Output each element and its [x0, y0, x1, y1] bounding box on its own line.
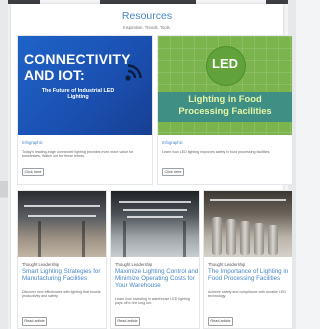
article-title[interactable]: The Importance of Lighting in Food Proce… [208, 268, 290, 282]
featured-card-connectivity[interactable]: CONNECTIVITY AND IOT: The Future of Indu… [17, 35, 153, 185]
wifi-signal-icon [125, 64, 142, 81]
connectivity-infographic-image[interactable]: CONNECTIVITY AND IOT: The Future of Indu… [18, 36, 152, 135]
article-category-label: Thought Leadership [22, 262, 60, 267]
food-processing-photo[interactable] [204, 191, 292, 257]
image-subheadline: The Future of Industrial LED Lighting [41, 88, 115, 101]
led-infographic-image[interactable]: LED Lighting in Food Processing Faciliti… [158, 36, 292, 135]
read-article-button[interactable]: Read article [22, 317, 47, 326]
read-article-button[interactable]: Read article [115, 317, 140, 326]
card-description: Today's leading-edge connected lighting … [22, 150, 134, 159]
image-caption-text: Lighting in Food Processing Facilities [178, 93, 272, 116]
led-badge-text: LED [212, 56, 238, 71]
section-title: Resources [121, 10, 173, 22]
click-here-button[interactable]: Click here [22, 168, 44, 176]
section-subtitle: Inspiration. Trends. Tools. [123, 25, 171, 30]
read-article-button[interactable]: Read article [208, 317, 233, 326]
card-category-label: Infographic [22, 140, 43, 145]
article-description: Discover new efficiencies with lighting … [22, 290, 101, 299]
resources-panel: Resources Inspiration. Trends. Tools. CO… [11, 4, 293, 329]
card-description: Learn how LED lighting improves safety i… [162, 150, 271, 154]
article-description: Learn how investing in warehouse LED lig… [115, 297, 190, 306]
card-category-label: Infographic [162, 140, 183, 145]
article-card-manufacturing[interactable]: Thought Leadership Smart Lighting Strate… [17, 190, 107, 329]
image-headline-line2: AND IOT: [24, 67, 85, 83]
article-title[interactable]: Smart Lighting Strategies for Manufactur… [22, 268, 104, 282]
image-headline-line1: CONNECTIVITY [24, 51, 131, 67]
featured-card-led[interactable]: LED Lighting in Food Processing Faciliti… [157, 35, 293, 185]
article-category-label: Thought Leadership [208, 262, 246, 267]
warehouse-photo[interactable] [111, 191, 199, 257]
manufacturing-facility-photo[interactable] [18, 191, 106, 257]
article-title[interactable]: Maximize Lighting Control and Minimize O… [115, 268, 199, 290]
article-card-warehouse[interactable]: Thought Leadership Maximize Lighting Con… [110, 190, 200, 329]
click-here-button[interactable]: Click here [162, 168, 184, 176]
article-description: Achieve safety and compliance with durab… [208, 290, 286, 299]
article-category-label: Thought Leadership [115, 262, 153, 267]
background-left-edge [0, 0, 8, 329]
article-card-food-processing[interactable]: Thought Leadership The Importance of Lig… [203, 190, 293, 329]
